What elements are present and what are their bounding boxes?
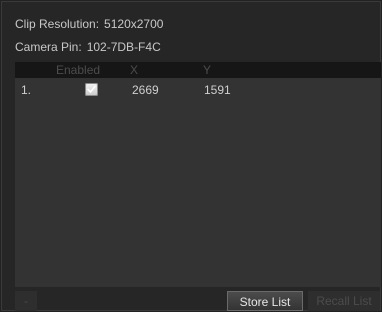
clip-resolution-value: 5120x2700: [104, 17, 164, 31]
recall-list-button[interactable]: Recall List: [308, 291, 380, 311]
column-header-enabled[interactable]: Enabled: [56, 63, 100, 77]
store-list-button[interactable]: Store List: [227, 291, 303, 311]
table-header: Enabled X Y: [15, 62, 381, 78]
pin-settings-panel: Clip Resolution: 5120x2700 Camera Pin: 102…: [1, 1, 381, 311]
pin-list-table[interactable]: Enabled X Y 1. 2669 1591: [15, 62, 381, 287]
row-x-value: 2669: [132, 83, 159, 97]
bottom-toolbar: - Store List Recall List: [2, 288, 382, 312]
checkmark-icon: [87, 85, 96, 93]
clip-resolution-info: Clip Resolution: 5120x2700: [15, 17, 163, 31]
column-header-x[interactable]: X: [130, 63, 138, 77]
camera-pin-value: 102-7DB-F4C: [86, 40, 161, 54]
row-index: 1.: [21, 83, 32, 97]
column-header-y[interactable]: Y: [203, 63, 211, 77]
clip-resolution-label: Clip Resolution:: [15, 17, 100, 31]
row-y-value: 1591: [204, 83, 231, 97]
remove-pin-button[interactable]: -: [15, 291, 37, 311]
table-row[interactable]: 1. 2669 1591: [15, 80, 381, 100]
camera-pin-info: Camera Pin: 102-7DB-F4C: [15, 40, 161, 54]
camera-pin-label: Camera Pin:: [15, 40, 82, 54]
enabled-checkbox[interactable]: [85, 83, 98, 96]
